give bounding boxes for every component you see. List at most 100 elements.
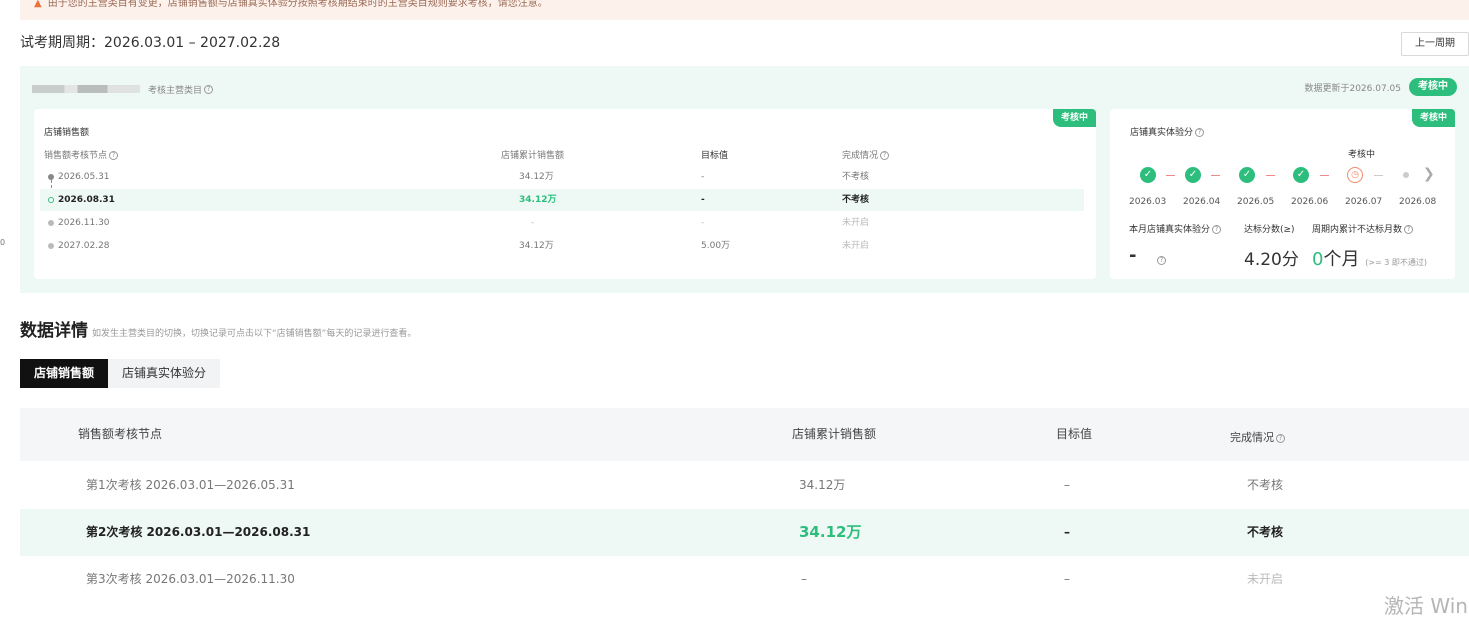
row-amount: - (531, 218, 535, 228)
notice-text: 由于您的主营类目有变更，店铺销售额与店铺真实体验分按照考核期结束时的主营类目规则… (47, 0, 548, 9)
row-status: 不考核 (842, 172, 870, 182)
sales-card-title: 店铺销售额 (44, 128, 90, 138)
check-icon: ✓ (1140, 167, 1156, 183)
category-row: 考核主营类目 ? (32, 82, 214, 96)
help-icon[interactable]: ? (880, 151, 890, 160)
help-icon[interactable]: ? (1276, 433, 1285, 443)
month-label: 2026.05 (1237, 197, 1275, 207)
status-badge: 考核中 (1409, 78, 1457, 96)
help-icon[interactable]: ? (204, 84, 214, 94)
row-target: - (701, 195, 705, 205)
experience-status-tag: 考核中 (1411, 109, 1455, 127)
help-icon[interactable]: ? (1155, 250, 1166, 269)
table-row-active[interactable]: 2026.08.31 34.12万 - 不考核 (40, 189, 1084, 211)
row-status: 未开启 (1247, 572, 1284, 586)
step-connector (1374, 175, 1383, 176)
column-node: 销售额考核节点 (78, 427, 163, 441)
row-target: - (701, 218, 705, 228)
previous-period-button[interactable]: 上一周期 (1401, 32, 1469, 56)
metric-current-header: 本月店铺真实体验分? (1129, 222, 1222, 235)
row-amount: 34.12万 (799, 523, 862, 541)
row-amount: – (801, 572, 807, 586)
row-target: – (1064, 572, 1070, 586)
experience-card: 考核中 店铺真实体验分? 考核中 ✓ ✓ ✓ ✓ ◷ ❯ 2026.03 202… (1110, 109, 1455, 279)
help-icon[interactable]: ? (1212, 225, 1222, 234)
sales-status-tag: 考核中 (1052, 109, 1096, 127)
check-icon: ✓ (1293, 167, 1309, 183)
windows-activation-watermark: 激活 Win (1384, 594, 1468, 618)
blurred-category-name (32, 85, 140, 93)
edge-mark: 0 (0, 238, 6, 247)
row-target: 5.00万 (701, 241, 731, 251)
pending-dot-icon (1403, 172, 1409, 178)
row-node: 第1次考核 2026.03.01—2026.05.31 (86, 478, 295, 492)
step-connector (1320, 175, 1329, 176)
notice-banner: ▲ 由于您的主营类目有变更，店铺销售额与店铺真实体验分按照考核期结束时的主营类目规… (20, 0, 1469, 20)
check-icon: ✓ (1185, 167, 1201, 183)
row-amount: 34.12万 (519, 241, 554, 251)
help-icon[interactable]: ? (1195, 128, 1205, 137)
step-connector (1266, 175, 1275, 176)
row-node: 第3次考核 2026.03.01—2026.11.30 (86, 572, 295, 586)
row-status: 不考核 (1247, 525, 1284, 539)
clock-icon: ◷ (1347, 167, 1363, 183)
details-subtitle: 如发生主营类目的切换，切换记录可点击以下“店铺销售额”每天的记录进行查看。 (92, 329, 417, 339)
row-target: – (1064, 478, 1070, 492)
row-target: – (1064, 525, 1070, 539)
warning-icon: ▲ (34, 0, 42, 9)
tab-experience-score[interactable]: 店铺真实体验分 (108, 359, 221, 388)
header-target: 目标值 (701, 151, 729, 161)
table-row[interactable]: 第1次考核 2026.03.01—2026.05.31 34.12万 – 不考核 (20, 462, 1469, 509)
header-node: 销售额考核节点? (44, 148, 119, 161)
table-row-active[interactable]: 第2次考核 2026.03.01—2026.08.31 34.12万 – 不考核 (20, 509, 1469, 556)
assessment-panel: 考核主营类目 ? 数据更新于2026.07.05 考核中 考核中 店铺销售额 销… (20, 66, 1469, 293)
row-node: 2026.08.31 (58, 195, 115, 205)
timeline-dot (48, 197, 54, 203)
chevron-right-icon[interactable]: ❯ (1423, 166, 1435, 182)
help-icon[interactable]: ? (1404, 225, 1414, 234)
row-node: 第2次考核 2026.03.01—2026.08.31 (86, 525, 311, 539)
row-status: 未开启 (842, 218, 870, 228)
row-amount: 34.12万 (799, 478, 846, 492)
table-row[interactable]: 2026.11.30 - - 未开启 (40, 212, 1084, 234)
standard-score: 4.20分 (1244, 250, 1299, 270)
help-icon[interactable]: ? (109, 151, 119, 160)
header-status: 完成情况? (842, 148, 890, 161)
row-node: 2027.02.28 (58, 241, 110, 251)
timeline-dot (48, 220, 54, 226)
check-icon: ✓ (1239, 167, 1255, 183)
step-connector (1166, 175, 1175, 176)
category-label: 考核主营类目 (148, 85, 203, 96)
details-tabs: 店铺销售额 店铺真实体验分 (20, 359, 221, 388)
step-connector (1211, 175, 1220, 176)
fail-months: 0个月 (>= 3 即不通过) (1312, 249, 1428, 270)
header-amount: 店铺累计销售额 (501, 151, 565, 161)
row-status: 未开启 (842, 241, 870, 251)
month-label: 2026.08 (1399, 197, 1437, 207)
month-label: 2026.07 (1345, 197, 1383, 207)
update-time: 数据更新于2026.07.05 (1304, 83, 1401, 94)
details-table-header: 销售额考核节点 店铺累计销售额 目标值 完成情况? (20, 408, 1469, 461)
row-amount: 34.12万 (519, 172, 554, 182)
sales-card: 考核中 店铺销售额 销售额考核节点? 店铺累计销售额 目标值 完成情况? 202… (34, 109, 1096, 279)
details-section-title: 数据详情 如发生主营类目的切换，切换记录可点击以下“店铺销售额”每天的记录进行查看… (20, 321, 417, 341)
period-label: 试考期周期：2026.03.01 – 2027.02.28 (20, 35, 281, 51)
row-node: 2026.05.31 (58, 172, 110, 182)
experience-card-title: 店铺真实体验分? (1130, 125, 1205, 138)
month-label: 2026.04 (1183, 197, 1221, 207)
table-row[interactable]: 2027.02.28 34.12万 5.00万 未开启 (40, 235, 1084, 257)
row-target: - (701, 172, 705, 182)
tab-store-sales[interactable]: 店铺销售额 (20, 359, 109, 388)
column-amount: 店铺累计销售额 (792, 427, 877, 441)
month-steps: ✓ ✓ ✓ ✓ ◷ ❯ (1140, 166, 1445, 185)
row-status: 不考核 (1247, 478, 1284, 492)
column-status: 完成情况? (1230, 411, 1285, 464)
month-label: 2026.03 (1129, 197, 1167, 207)
current-score: - (1129, 245, 1137, 266)
table-row[interactable]: 2026.05.31 34.12万 - 不考核 (40, 166, 1084, 198)
table-row[interactable]: 第3次考核 2026.03.01—2026.11.30 – – 未开启 (20, 556, 1469, 603)
column-target: 目标值 (1056, 427, 1093, 441)
update-row: 数据更新于2026.07.05 考核中 (1304, 78, 1457, 96)
current-month-status: 考核中 (1348, 150, 1376, 160)
row-amount: 34.12万 (519, 195, 557, 205)
